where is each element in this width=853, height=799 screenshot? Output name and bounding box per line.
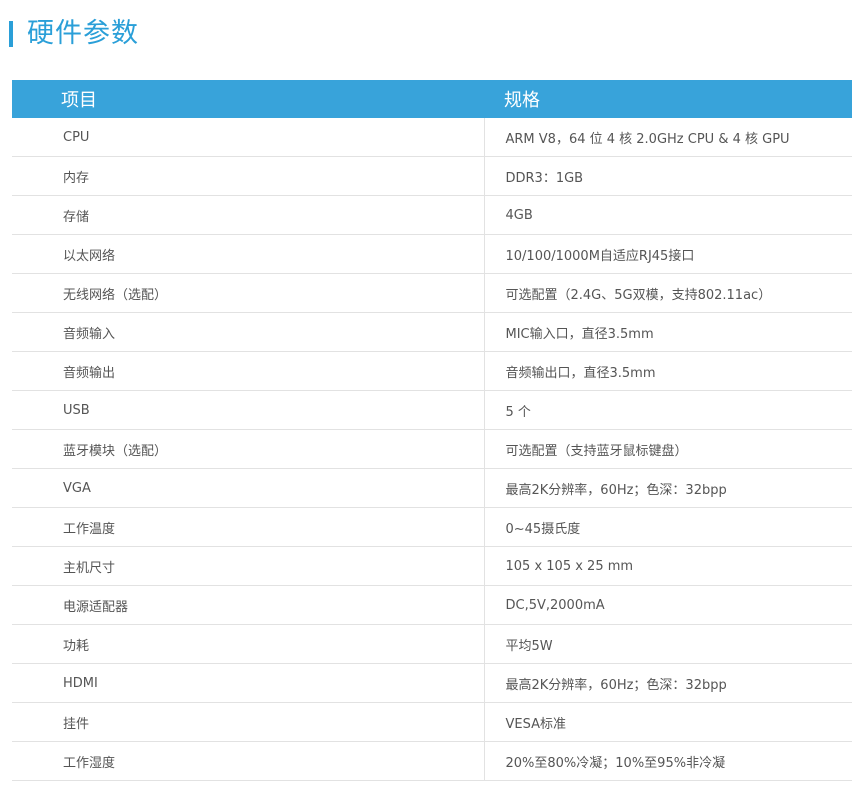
spec-value-cell: DDR3：1GB — [484, 156, 852, 196]
spec-value-cell: 最高2K分辨率，60Hz；色深：32bpp — [484, 468, 852, 508]
spec-value-cell: 20%至80%冷凝；10%至95%非冷凝 — [484, 741, 852, 781]
table-row: HDMI 最高2K分辨率，60Hz；色深：32bpp — [12, 663, 852, 703]
page-title: 硬件参数 — [27, 18, 139, 49]
spec-item-cell: 无线网络（选配） — [12, 273, 485, 313]
column-header-spec: 规格 — [484, 80, 852, 118]
spec-value-cell: 4GB — [484, 195, 852, 235]
spec-value-cell: 105 x 105 x 25 mm — [484, 546, 852, 586]
spec-item-cell: VGA — [12, 468, 485, 508]
spec-item-cell: 蓝牙模块（选配） — [12, 429, 485, 469]
table-row: 主机尺寸 105 x 105 x 25 mm — [12, 546, 852, 586]
spec-value-cell: 0~45摄氏度 — [484, 507, 852, 547]
table-body: CPU ARM V8，64 位 4 核 2.0GHz CPU & 4 核 GPU 内… — [12, 118, 852, 781]
spec-item-cell: 以太网络 — [12, 234, 485, 274]
hardware-spec-table: 项目 规格 CPU ARM V8，64 位 4 核 2.0GHz CPU & 4 … — [12, 80, 852, 781]
spec-item-cell: 音频输出 — [12, 351, 485, 391]
table-row: USB 5 个 — [12, 390, 852, 430]
table-row: 存储 4GB — [12, 195, 852, 235]
section-header: 硬件参数 — [9, 14, 139, 54]
column-header-item: 项目 — [12, 80, 484, 118]
table-row: 音频输出 音频输出口，直径3.5mm — [12, 351, 852, 391]
table-row: 蓝牙模块（选配） 可选配置（支持蓝牙鼠标键盘） — [12, 429, 852, 469]
spec-value-cell: VESA标准 — [484, 702, 852, 742]
title-accent-bar — [9, 21, 13, 47]
spec-item-cell: 电源适配器 — [12, 585, 485, 625]
spec-item-cell: HDMI — [12, 663, 485, 703]
spec-item-cell: USB — [12, 390, 485, 430]
spec-item-cell: 存储 — [12, 195, 485, 235]
table-row: 挂件 VESA标准 — [12, 702, 852, 742]
table-header-row: 项目 规格 — [12, 80, 852, 118]
spec-value-cell: 10/100/1000M自适应RJ45接口 — [484, 234, 852, 274]
table-row: 工作湿度 20%至80%冷凝；10%至95%非冷凝 — [12, 741, 852, 781]
spec-value-cell: 音频输出口，直径3.5mm — [484, 351, 852, 391]
table-row: CPU ARM V8，64 位 4 核 2.0GHz CPU & 4 核 GPU — [12, 118, 852, 157]
spec-value-cell: 可选配置（支持蓝牙鼠标键盘） — [484, 429, 852, 469]
spec-item-cell: 主机尺寸 — [12, 546, 485, 586]
spec-item-cell: 工作温度 — [12, 507, 485, 547]
spec-item-cell: 音频输入 — [12, 312, 485, 352]
table-row: 音频输入 MIC输入口，直径3.5mm — [12, 312, 852, 352]
table-row: 以太网络 10/100/1000M自适应RJ45接口 — [12, 234, 852, 274]
spec-value-cell: ARM V8，64 位 4 核 2.0GHz CPU & 4 核 GPU — [484, 118, 852, 157]
spec-value-cell: MIC输入口，直径3.5mm — [484, 312, 852, 352]
spec-item-cell: 内存 — [12, 156, 485, 196]
spec-value-cell: DC,5V,2000mA — [484, 585, 852, 625]
spec-item-cell: 工作湿度 — [12, 741, 485, 781]
spec-value-cell: 最高2K分辨率，60Hz；色深：32bpp — [484, 663, 852, 703]
table-row: 工作温度 0~45摄氏度 — [12, 507, 852, 547]
table-row: 内存 DDR3：1GB — [12, 156, 852, 196]
table-header: 项目 规格 — [12, 80, 852, 118]
spec-value-cell: 5 个 — [484, 390, 852, 430]
spec-item-cell: 功耗 — [12, 624, 485, 664]
table-row: 功耗 平均5W — [12, 624, 852, 664]
spec-item-cell: CPU — [12, 118, 485, 157]
table-row: 电源适配器 DC,5V,2000mA — [12, 585, 852, 625]
spec-value-cell: 可选配置（2.4G、5G双模，支持802.11ac） — [484, 273, 852, 313]
spec-item-cell: 挂件 — [12, 702, 485, 742]
spec-value-cell: 平均5W — [484, 624, 852, 664]
table-row: VGA 最高2K分辨率，60Hz；色深：32bpp — [12, 468, 852, 508]
table-row: 无线网络（选配） 可选配置（2.4G、5G双模，支持802.11ac） — [12, 273, 852, 313]
